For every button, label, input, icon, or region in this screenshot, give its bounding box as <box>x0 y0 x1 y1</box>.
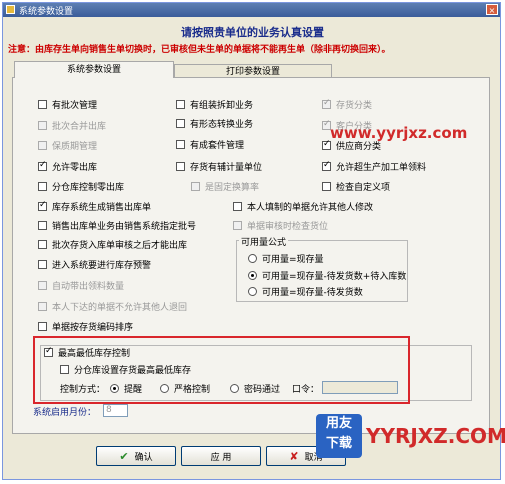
checkbox-box <box>38 181 47 191</box>
checkbox-aux-unit[interactable]: 存货有辅计量单位 <box>176 160 263 173</box>
checkbox-label: 批次存货入库单审核之后才能出库 <box>52 240 188 251</box>
ok-label: 确认 <box>134 452 153 463</box>
checkbox-box <box>322 181 331 191</box>
close-icon[interactable]: × <box>486 4 498 15</box>
radio-label: 可用量=现存量-待发货数 <box>262 287 363 298</box>
checkbox-box <box>38 140 47 150</box>
checkbox-box <box>191 181 200 191</box>
radio-available-1[interactable]: 可用量=现存量 <box>248 252 324 265</box>
checkbox-no-return[interactable]: 本人下达的单据不允许其他人退回 <box>38 300 188 313</box>
checkbox-box <box>38 220 47 230</box>
watermark-domain: YYRJXZ.COM <box>366 424 505 448</box>
checkbox-stock-warning[interactable]: 进入系统要进行库存预警 <box>38 258 152 271</box>
checkbox-label: 批次合并出库 <box>52 121 107 132</box>
checkbox-box <box>233 220 242 230</box>
logo-line1: 用友 <box>325 416 352 431</box>
warning-note: 注意：由库存生单向销售生单切换时，已审核但未生单的单据将不能再生单（除非再切换回… <box>8 45 391 55</box>
checkbox-box <box>176 118 185 128</box>
watermark-logo: 用友 下载 <box>316 414 362 458</box>
checkbox-batch-audit-out[interactable]: 批次存货入库单审核之后才能出库 <box>38 238 188 251</box>
checkbox-form-conversion[interactable]: 有形态转换业务 <box>176 117 254 130</box>
checkbox-box <box>176 161 185 171</box>
checkbox-box <box>38 280 47 290</box>
checkbox-label: 有成套件管理 <box>190 140 245 151</box>
checkbox-box <box>38 160 47 171</box>
app-icon <box>6 5 15 14</box>
checkbox-gen-sales-out[interactable]: 库存系统生成销售出库单 <box>38 200 152 213</box>
watermark-url: www.yyrjxz.com <box>330 124 468 142</box>
highlight-box <box>33 336 410 404</box>
checkbox-label: 有组装拆卸业务 <box>190 100 254 111</box>
checkbox-label: 进入系统要进行库存预警 <box>52 260 152 271</box>
checkbox-others-edit[interactable]: 本人填制的单据允许其他人修改 <box>233 200 374 213</box>
checkbox-label: 自动带出领料数量 <box>52 281 125 292</box>
checkbox-box <box>233 201 242 211</box>
available-formula-title: 可用量公式 <box>239 235 289 248</box>
checkbox-label: 存货分类 <box>336 100 373 111</box>
radio-label: 可用量=现存量 <box>262 254 324 265</box>
checkbox-batch-management[interactable]: 有批次管理 <box>38 98 98 111</box>
checkbox-label: 存货有辅计量单位 <box>190 162 263 173</box>
checkbox-box <box>38 321 47 331</box>
checkbox-kit-management[interactable]: 有成套件管理 <box>176 138 245 151</box>
checkbox-label: 保质期管理 <box>52 141 98 152</box>
checkbox-label: 允许超生产加工单领料 <box>336 162 427 173</box>
checkbox-label: 库存系统生成销售出库单 <box>52 202 152 213</box>
checkbox-label: 允许零出库 <box>52 162 98 173</box>
checkbox-check-custom[interactable]: 检查自定义项 <box>322 180 391 193</box>
radio-available-2[interactable]: 可用量=现存量-待发货数+待入库数 <box>248 269 407 282</box>
tab-system-params[interactable]: 系统参数设置 <box>14 61 174 78</box>
radio-circle <box>248 270 257 280</box>
checkbox-box <box>38 239 47 249</box>
checkbox-shelf-life[interactable]: 保质期管理 <box>38 139 98 152</box>
checkbox-label: 单据按存货编码排序 <box>52 322 134 333</box>
checkbox-box <box>176 99 185 109</box>
checkbox-sort-by-code[interactable]: 单据按存货编码排序 <box>38 320 134 333</box>
checkbox-auto-pick-qty[interactable]: 自动带出领料数量 <box>38 279 125 292</box>
checkbox-label: 销售出库单业务由销售系统指定批号 <box>52 221 197 232</box>
logo-line2: 下载 <box>325 436 352 451</box>
start-month-label: 系统启用月份： <box>33 407 97 418</box>
checkbox-label: 本人填制的单据允许其他人修改 <box>247 202 374 213</box>
checkbox-label: 单据审核时检查货位 <box>247 221 329 232</box>
checkbox-check-location[interactable]: 单据审核时检查货位 <box>233 219 329 232</box>
checkbox-batch-merge[interactable]: 批次合并出库 <box>38 119 107 132</box>
checkbox-warehouse-zero-out[interactable]: 分仓库控制零出库 <box>38 180 125 193</box>
radio-available-3[interactable]: 可用量=现存量-待发货数 <box>248 285 363 298</box>
checkbox-label: 是固定换算率 <box>205 182 260 193</box>
checkbox-sales-batch[interactable]: 销售出库单业务由销售系统指定批号 <box>38 219 197 232</box>
checkbox-label: 分仓库控制零出库 <box>52 182 125 193</box>
check-icon: ✔ <box>119 449 129 463</box>
radio-circle <box>248 286 257 296</box>
cross-icon: ✘ <box>289 449 299 463</box>
checkbox-label: 有批次管理 <box>52 100 98 111</box>
start-month-field[interactable]: 8 <box>103 404 128 417</box>
title-bar: 系统参数设置 × <box>3 3 500 17</box>
radio-label: 可用量=现存量-待发货数+待入库数 <box>262 271 407 282</box>
checkbox-box <box>38 99 47 109</box>
checkbox-fixed-rate[interactable]: 是固定换算率 <box>191 180 260 193</box>
apply-button[interactable]: 应 用 <box>181 446 261 466</box>
page-heading: 请按照贵单位的业务认真设置 <box>181 26 324 39</box>
checkbox-box <box>322 160 331 171</box>
checkbox-box <box>38 259 47 269</box>
window-title: 系统参数设置 <box>19 7 74 17</box>
checkbox-assembly[interactable]: 有组装拆卸业务 <box>176 98 254 111</box>
checkbox-label: 本人下达的单据不允许其他人退回 <box>52 302 188 313</box>
checkbox-label: 有形态转换业务 <box>190 119 254 130</box>
radio-circle <box>248 253 257 263</box>
checkbox-box <box>38 301 47 311</box>
checkbox-inventory-class[interactable]: 存货分类 <box>322 98 373 111</box>
checkbox-box <box>176 139 185 149</box>
checkbox-box <box>38 120 47 130</box>
checkbox-label: 检查自定义项 <box>336 182 391 193</box>
apply-label: 应 用 <box>210 452 232 463</box>
ok-button[interactable]: ✔ 确认 <box>96 446 176 466</box>
checkbox-box <box>322 98 331 109</box>
checkbox-over-production[interactable]: 允许超生产加工单领料 <box>322 160 427 173</box>
checkbox-allow-zero-out[interactable]: 允许零出库 <box>38 160 98 173</box>
checkbox-box <box>38 200 47 211</box>
